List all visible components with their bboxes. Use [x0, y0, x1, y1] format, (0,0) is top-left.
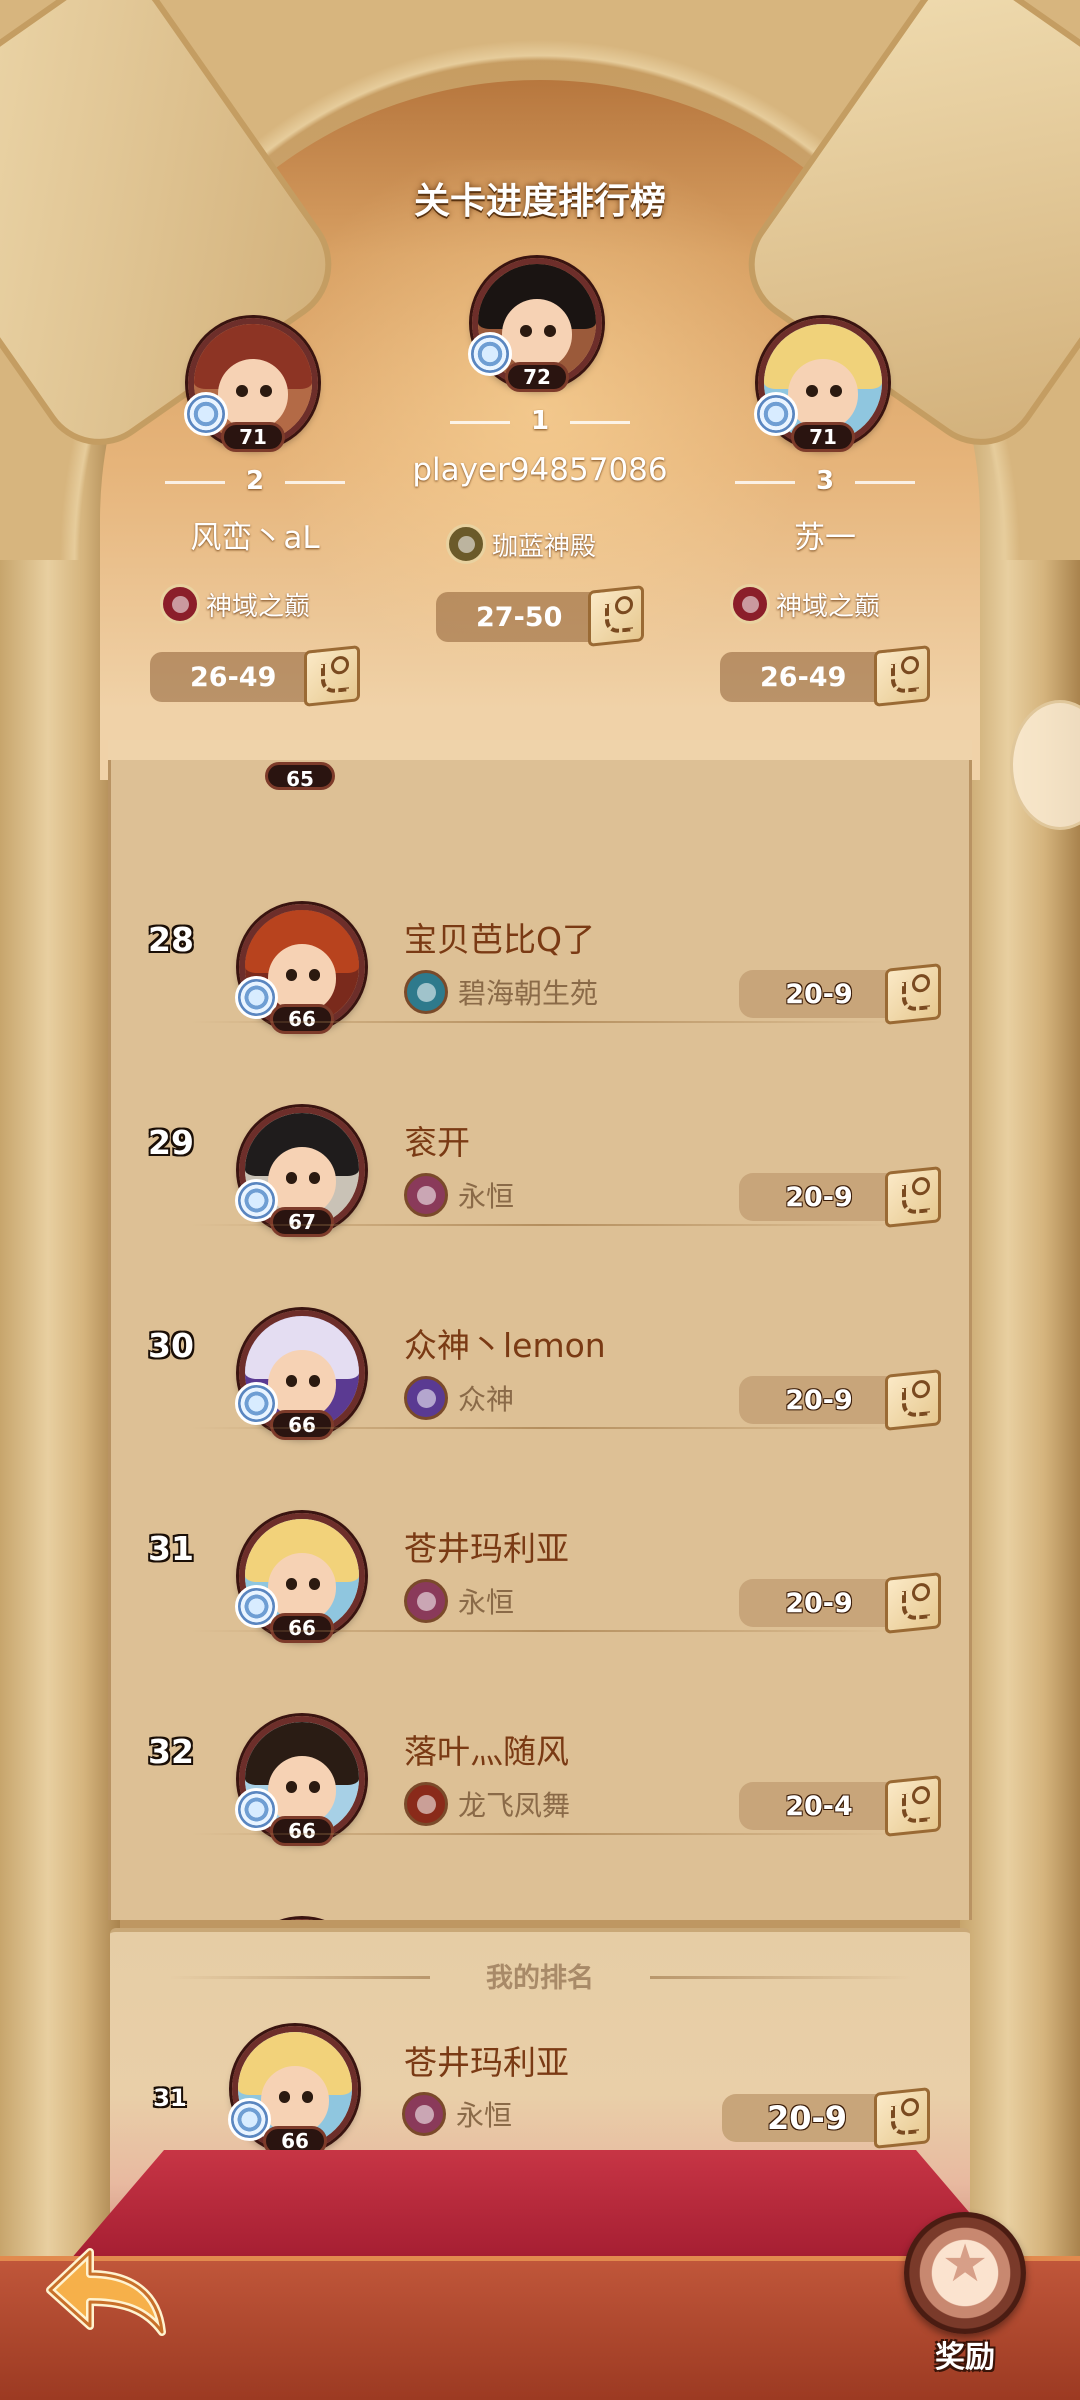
avatar[interactable]: 71 [184, 318, 318, 452]
guild-name: 碧海朝生苑 [458, 977, 599, 1010]
guild-info: 碧海朝生苑 [404, 970, 598, 1014]
table-row[interactable]: 28 66 宝贝芭比Q了碧海朝生苑 20-9 [111, 820, 969, 1034]
reward-label: 奖励 [935, 2340, 995, 2375]
podium-place: 1 [450, 406, 630, 436]
table-row[interactable]: 33众神、令 [111, 1835, 969, 1920]
stage-progress: 26-49 [150, 652, 330, 702]
podium-place: 3 [735, 466, 915, 496]
back-button[interactable] [30, 2240, 170, 2350]
podium-player-name: 苏一 [794, 520, 856, 556]
guild-name: 众神 [458, 1383, 515, 1416]
guild-emblem-icon [404, 1579, 448, 1623]
leaderboard-screen: 关卡进度排行榜 71 2 风峦丶aL 神域之巅 26-49 72 1 player948570… [0, 0, 1080, 2400]
map-icon[interactable] [304, 645, 360, 707]
guild-name: 龙飞凤舞 [458, 1789, 571, 1822]
rank-number: 28 [148, 920, 194, 959]
table-row[interactable]: 32 66 落叶灬随风龙飞凤舞 20-4 [111, 1632, 969, 1846]
my-guild-name: 永恒 [456, 2099, 513, 2132]
map-icon[interactable] [885, 1572, 941, 1634]
guild-emblem-icon [402, 2092, 446, 2136]
red-carpet [70, 2150, 1010, 2260]
player-name: 落叶灬随风 [404, 1732, 569, 1771]
podium-player-name: player94857086 [412, 452, 668, 488]
map-icon[interactable] [588, 585, 644, 647]
rank-number: 29 [148, 1123, 194, 1162]
guild-name: 永恒 [458, 1586, 515, 1619]
rank-number: 32 [148, 1732, 194, 1771]
stage-progress: 20-9 [739, 1173, 899, 1221]
guild-emblem-icon [730, 584, 770, 624]
player-name: 宝贝芭比Q了 [404, 920, 595, 959]
map-icon[interactable] [885, 1369, 941, 1431]
avatar[interactable]: 72 [468, 258, 602, 392]
ranking-list[interactable]: 28 66 宝贝芭比Q了碧海朝生苑 20-9 29 67 衮开永恒 20-9 30 66 众神丶le… [108, 760, 972, 1920]
my-guild-info: 永恒 [402, 2092, 512, 2136]
map-icon[interactable] [874, 645, 930, 707]
avatar[interactable]: 66 [235, 1310, 365, 1440]
level-badge: 71 [791, 422, 855, 452]
player-name: 苍井玛利亚 [404, 1529, 569, 1568]
table-row[interactable]: 30 66 众神丶lemon 众神 20-9 [111, 1226, 969, 1440]
guild-info: 永恒 [404, 1579, 514, 1623]
reward-button[interactable]: ★ 奖励 [890, 2212, 1040, 2382]
map-icon[interactable] [885, 963, 941, 1025]
stage-progress: 20-9 [739, 970, 899, 1018]
my-stage-progress: 20-9 [722, 2094, 892, 2142]
stage-progress: 20-9 [739, 1579, 899, 1627]
avatar[interactable]: 66 [235, 1716, 365, 1846]
podium-player-name: 风峦丶aL [190, 520, 320, 556]
level-badge: 72 [505, 362, 569, 392]
stage-progress: 20-4 [739, 1782, 899, 1830]
podium-guild: 神域之巅 [160, 584, 310, 624]
table-row[interactable]: 29 67 衮开永恒 20-9 [111, 1023, 969, 1237]
rank-number: 30 [148, 1326, 194, 1365]
stage-progress: 26-49 [720, 652, 900, 702]
player-name: 衮开 [404, 1123, 470, 1162]
my-player-name: 苍井玛利亚 [404, 2043, 569, 2082]
guild-info: 龙飞凤舞 [404, 1782, 570, 1826]
my-rank-row[interactable]: 31 66 苍井玛利亚永恒 20-9 [110, 1932, 974, 2156]
guild-emblem-icon [404, 1376, 448, 1420]
map-icon[interactable] [885, 1166, 941, 1228]
podium-guild-name: 珈蓝神殿 [492, 531, 597, 562]
avatar[interactable]: 66 [235, 1513, 365, 1643]
avatar[interactable]: 66 [228, 2026, 358, 2156]
rank-number: 31 [148, 1529, 194, 1568]
podium-place: 2 [165, 466, 345, 496]
guild-info: 永恒 [404, 1173, 514, 1217]
avatar[interactable]: 71 [754, 318, 888, 452]
my-rank-number: 31 [153, 2084, 187, 2112]
podium-guild: 神域之巅 [730, 584, 880, 624]
avatar[interactable]: 66 [235, 904, 365, 1034]
back-arrow-icon [46, 2248, 166, 2336]
podium-guild: 珈蓝神殿 [446, 524, 596, 564]
guild-info: 众神 [404, 1376, 514, 1420]
map-icon[interactable] [885, 1775, 941, 1837]
stage-progress: 20-9 [739, 1376, 899, 1424]
player-name: 众神丶lemon [404, 1326, 606, 1365]
table-row[interactable]: 31 66 苍井玛利亚永恒 20-9 [111, 1429, 969, 1643]
map-icon[interactable] [874, 2087, 930, 2149]
partial-row-level: 65 [265, 762, 335, 791]
shield-icon [468, 332, 512, 376]
guild-emblem-icon [404, 970, 448, 1014]
guild-emblem-icon [404, 1173, 448, 1217]
level-badge: 71 [221, 422, 285, 452]
guild-emblem-icon [160, 584, 200, 624]
shield-icon [184, 392, 228, 436]
medal-icon: ★ [904, 2212, 1026, 2334]
avatar[interactable] [239, 1919, 365, 1920]
podium-guild-name: 神域之巅 [206, 591, 311, 622]
guild-emblem-icon [446, 524, 486, 564]
podium-guild-name: 神域之巅 [776, 591, 881, 622]
guild-emblem-icon [404, 1782, 448, 1826]
shield-icon [754, 392, 798, 436]
guild-name: 永恒 [458, 1180, 515, 1213]
avatar[interactable]: 67 [235, 1107, 365, 1237]
page-title: 关卡进度排行榜 [413, 181, 666, 222]
